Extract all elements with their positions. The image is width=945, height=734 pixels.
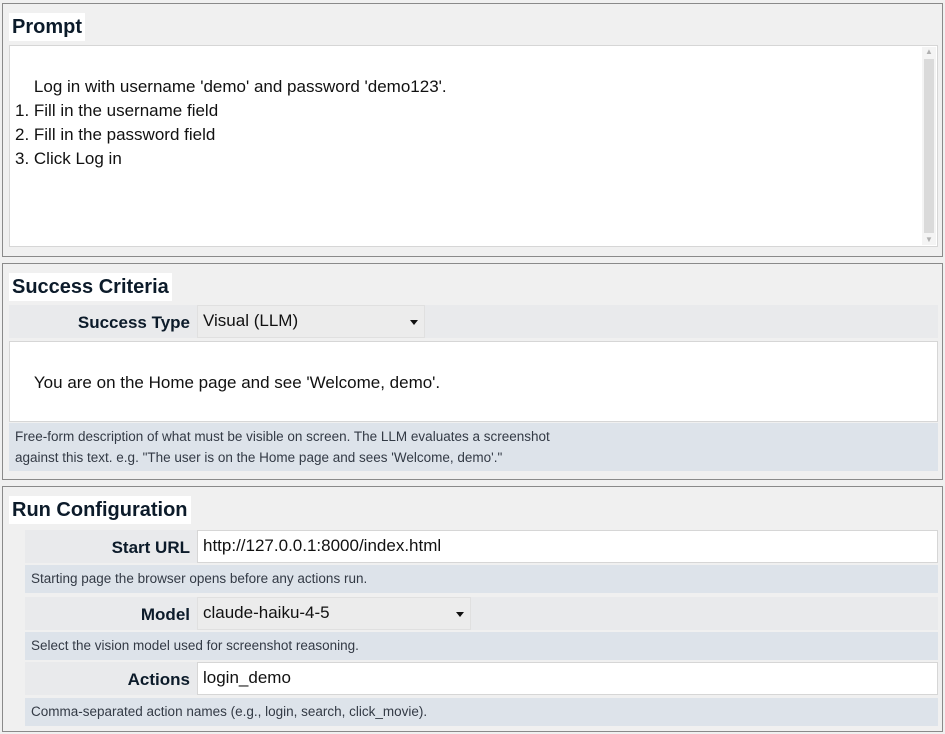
actions-hint: Comma-separated action names (e.g., logi… (25, 698, 938, 726)
model-select[interactable]: claude-haiku-4-5 (197, 597, 471, 630)
success-criteria-textarea[interactable]: You are on the Home page and see 'Welcom… (9, 341, 938, 422)
success-criteria-panel: Success Criteria Success Type Visual (LL… (2, 263, 943, 480)
success-hint-line-1: Free-form description of what must be vi… (15, 429, 550, 444)
model-value: claude-haiku-4-5 (203, 603, 330, 622)
run-configuration-title: Run Configuration (9, 496, 191, 524)
prompt-scrollbar[interactable]: ▲ ▼ (922, 47, 936, 245)
start-url-label: Start URL (111, 538, 190, 557)
success-hint-line-2: against this text. e.g. "The user is on … (15, 450, 503, 465)
model-label: Model (140, 605, 190, 624)
success-type-label: Success Type (77, 313, 190, 332)
chevron-down-icon (410, 320, 418, 325)
prompt-title: Prompt (9, 13, 85, 41)
scroll-up-arrow-icon[interactable]: ▲ (922, 47, 936, 57)
actions-input[interactable]: login_demo (197, 662, 938, 695)
model-hint: Select the vision model used for screens… (25, 632, 938, 660)
scroll-down-arrow-icon[interactable]: ▼ (922, 235, 936, 245)
start-url-hint: Starting page the browser opens before a… (25, 565, 938, 593)
chevron-down-icon (456, 612, 464, 617)
success-type-value: Visual (LLM) (203, 311, 299, 330)
success-criteria-text: You are on the Home page and see 'Welcom… (33, 373, 441, 392)
start-url-input[interactable]: http://127.0.0.1:8000/index.html (197, 530, 938, 563)
prompt-text: Log in with username 'demo' and password… (15, 77, 447, 168)
scroll-thumb[interactable] (924, 59, 934, 233)
success-criteria-title: Success Criteria (9, 273, 172, 301)
actions-value: login_demo (203, 668, 291, 687)
actions-label: Actions (127, 670, 190, 689)
prompt-textarea[interactable]: Log in with username 'demo' and password… (9, 45, 938, 247)
run-configuration-panel: Run Configuration Start URL http://127.0… (2, 486, 943, 732)
success-type-select[interactable]: Visual (LLM) (197, 305, 425, 338)
prompt-panel: Prompt Log in with username 'demo' and p… (2, 3, 943, 257)
success-criteria-hint: Free-form description of what must be vi… (9, 423, 938, 471)
start-url-value: http://127.0.0.1:8000/index.html (203, 536, 442, 555)
